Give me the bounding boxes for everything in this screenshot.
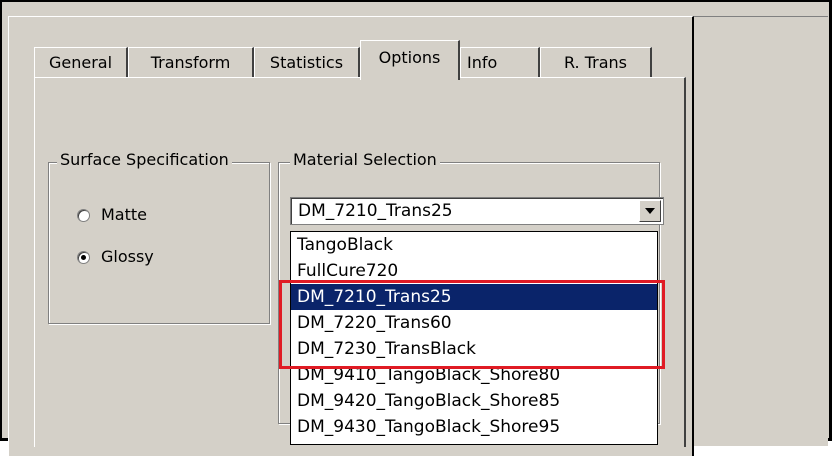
tab-r-trans[interactable]: R. Trans bbox=[540, 47, 652, 77]
matte-label[interactable]: Matte bbox=[101, 205, 147, 224]
tab-options[interactable]: Options bbox=[360, 40, 460, 80]
glossy-label[interactable]: Glossy bbox=[101, 247, 154, 266]
tab-transform[interactable]: Transform bbox=[128, 47, 254, 77]
tab-info[interactable]: Info bbox=[460, 47, 540, 77]
material-combobox[interactable]: DM_7210_Trans25 bbox=[290, 197, 664, 225]
tab-statistics[interactable]: Statistics bbox=[254, 47, 360, 77]
surface-specification-group bbox=[48, 162, 270, 324]
list-item-tangoblack[interactable]: TangoBlack bbox=[291, 232, 657, 258]
material-combobox-value: DM_7210_Trans25 bbox=[298, 201, 453, 221]
material-selection-legend: Material Selection bbox=[290, 150, 440, 169]
tab-general[interactable]: General bbox=[34, 47, 128, 77]
highlight-annotation bbox=[279, 280, 665, 369]
matte-radio[interactable] bbox=[77, 209, 90, 222]
dropdown-button[interactable] bbox=[639, 200, 661, 222]
radio-checked-dot bbox=[81, 255, 86, 260]
glossy-radio[interactable] bbox=[77, 251, 90, 264]
list-item-dm-9420-tangoblack-shore85[interactable]: DM_9420_TangoBlack_Shore85 bbox=[291, 388, 657, 414]
surface-specification-legend: Surface Specification bbox=[57, 150, 232, 169]
list-item-dm-9430-tangoblack-shore95[interactable]: DM_9430_TangoBlack_Shore95 bbox=[291, 414, 657, 440]
right-pane bbox=[694, 16, 828, 446]
chevron-down-icon bbox=[645, 208, 655, 214]
